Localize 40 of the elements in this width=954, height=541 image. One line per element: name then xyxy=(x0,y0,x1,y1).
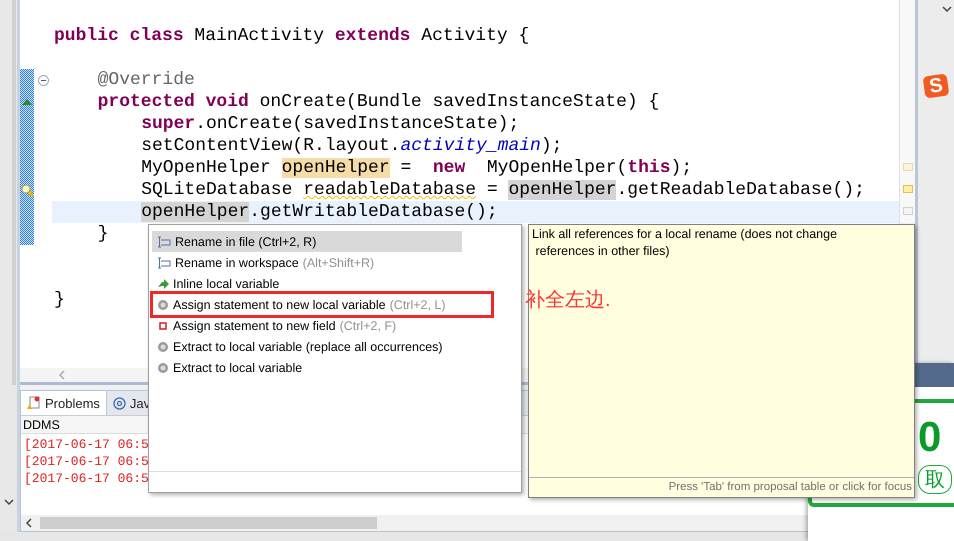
collapse-icon[interactable] xyxy=(38,74,48,86)
code-line: } xyxy=(54,289,65,311)
code-line: MyOpenHelper openHelper = new MyOpenHelper(this); xyxy=(141,157,692,179)
arrow-icon xyxy=(157,278,169,290)
rename-icon xyxy=(157,256,171,268)
rename-icon xyxy=(157,236,171,248)
scrollbar-thumb[interactable] xyxy=(40,517,377,529)
local-variable-icon xyxy=(157,340,169,352)
proposal-item[interactable]: Extract to local variable (replace all occurrences) xyxy=(152,336,462,357)
code-line: super.onCreate(savedInstanceState); xyxy=(141,113,520,135)
proposal-item[interactable]: Extract to local variable xyxy=(152,357,462,378)
info-text: Link all references for a local rename (does not change references in other files) xyxy=(531,226,838,260)
override-triangle-icon xyxy=(22,99,32,105)
popup-button[interactable]: 取 xyxy=(918,465,952,494)
code-line: protected void onCreate(Bundle savedInstanceState) { xyxy=(98,91,660,113)
log-line: [2017-06-17 06:5 xyxy=(24,436,149,453)
proposal-item[interactable]: Rename in workspace (Alt+Shift+R) xyxy=(152,252,462,273)
proposal-item[interactable]: Inline local variable xyxy=(152,273,462,294)
big-number: 0 xyxy=(918,413,942,461)
proposal-item[interactable]: Assign statement to new local variable (Ctrl+2, L) xyxy=(152,294,462,315)
code-line: public class MainActivity extends Activity { xyxy=(54,25,530,47)
log-line: [2017-06-17 06:5 xyxy=(24,453,149,470)
proposal-item[interactable]: Assign statement to new field (Ctrl+2, F) xyxy=(152,315,462,336)
chevron-down-icon[interactable] xyxy=(942,6,952,13)
code-line: setContentView(R.layout.activity_main); xyxy=(141,135,562,157)
chevron-down-icon[interactable] xyxy=(4,499,14,506)
local-variable-icon xyxy=(157,298,169,310)
code-line: openHelper.getWritableDatabase(); xyxy=(141,201,498,223)
scroll-left-icon[interactable] xyxy=(25,518,32,528)
log-line: [2017-06-17 06:5 xyxy=(24,470,149,487)
field-icon xyxy=(157,320,169,332)
local-variable-icon xyxy=(157,362,169,374)
lightbulb-warning-icon[interactable] xyxy=(20,184,34,196)
panel-tab[interactable]: Problems xyxy=(21,391,107,415)
problems-icon xyxy=(27,396,41,410)
code-line: SQLiteDatabase readableDatabase = openHelper.getReadableDatabase(); xyxy=(141,179,865,201)
code-line: @Override xyxy=(98,69,195,91)
info-footer: Press 'Tab' from proposal table or click for focus xyxy=(668,478,914,497)
proposal-item[interactable]: Rename in file (Ctrl+2, R) xyxy=(152,231,462,252)
code-line: } xyxy=(98,223,108,245)
